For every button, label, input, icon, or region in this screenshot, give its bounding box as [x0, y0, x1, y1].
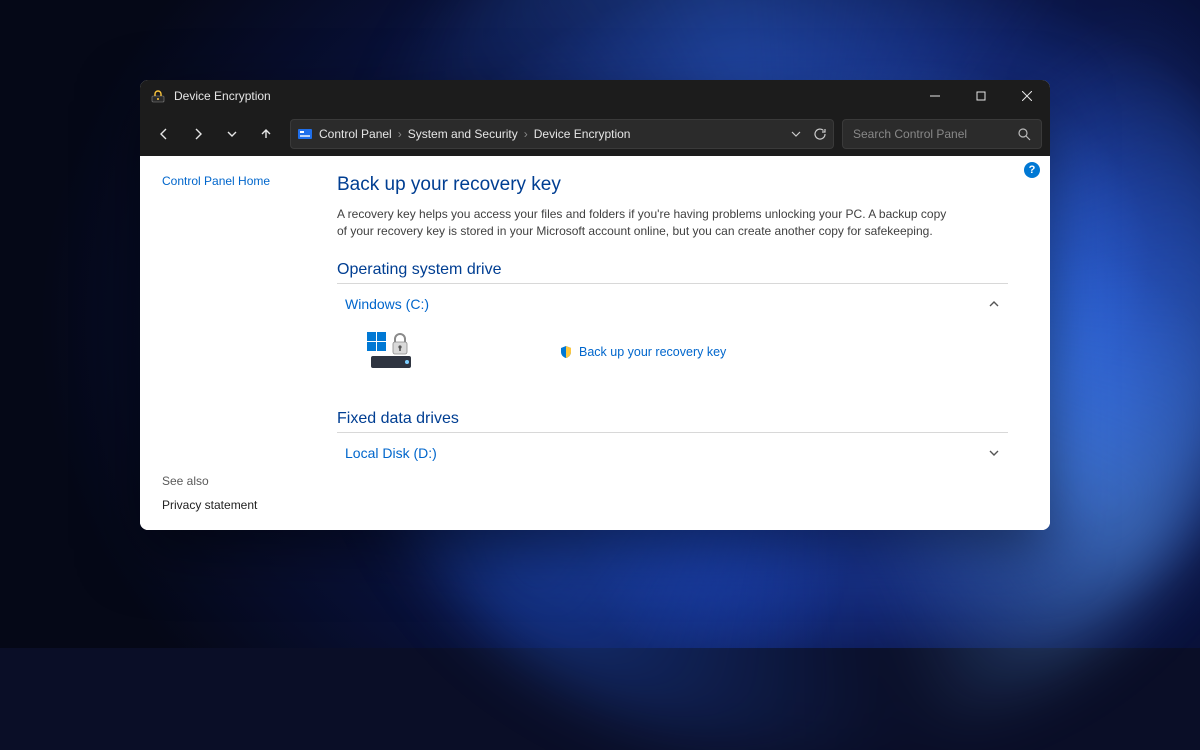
control-panel-icon: [297, 126, 313, 142]
chevron-up-icon: [986, 296, 1002, 312]
os-drive-heading: Operating system drive: [337, 261, 1008, 284]
fixed-drives-heading: Fixed data drives: [337, 410, 1008, 433]
content-area: ? Control Panel Home See also Privacy st…: [140, 156, 1050, 530]
drive-c-header[interactable]: Windows (C:): [337, 290, 1008, 318]
recent-locations-button[interactable]: [216, 118, 248, 150]
minimize-button[interactable]: [912, 80, 958, 112]
breadcrumb-item[interactable]: Device Encryption: [534, 127, 631, 141]
window-title: Device Encryption: [174, 89, 912, 103]
breadcrumb-item[interactable]: System and Security: [408, 127, 518, 141]
close-button[interactable]: [1004, 80, 1050, 112]
shield-icon: [559, 345, 573, 359]
control-panel-home-link[interactable]: Control Panel Home: [162, 174, 325, 188]
page-title: Back up your recovery key: [337, 174, 1008, 196]
drive-name: Windows (C:): [345, 296, 986, 312]
help-icon[interactable]: ?: [1024, 162, 1040, 178]
drive-d-header[interactable]: Local Disk (D:): [337, 439, 1008, 467]
sidebar: Control Panel Home See also Privacy stat…: [140, 156, 325, 530]
see-also-label: See also: [162, 474, 325, 488]
privacy-statement-link[interactable]: Privacy statement: [162, 498, 325, 512]
back-button[interactable]: [148, 118, 180, 150]
forward-button[interactable]: [182, 118, 214, 150]
control-panel-window: Device Encryption: [140, 80, 1050, 530]
search-icon: [1018, 128, 1031, 141]
chevron-right-icon: ›: [524, 127, 528, 141]
window-controls: [912, 80, 1050, 112]
drive-c-body: Back up your recovery key: [337, 318, 1008, 402]
search-input[interactable]: Search Control Panel: [842, 119, 1042, 149]
chevron-down-icon: [986, 445, 1002, 461]
titlebar[interactable]: Device Encryption: [140, 80, 1050, 112]
maximize-button[interactable]: [958, 80, 1004, 112]
drive-encrypted-icon: [367, 332, 419, 372]
chevron-right-icon: ›: [398, 127, 402, 141]
drive-name: Local Disk (D:): [345, 445, 986, 461]
main-panel: Back up your recovery key A recovery key…: [325, 156, 1050, 530]
search-placeholder: Search Control Panel: [853, 127, 1018, 141]
app-icon: [150, 88, 166, 104]
page-description: A recovery key helps you access your fil…: [337, 206, 957, 241]
action-link-label: Back up your recovery key: [579, 345, 726, 359]
backup-recovery-key-link[interactable]: Back up your recovery key: [559, 345, 726, 359]
up-button[interactable]: [250, 118, 282, 150]
chevron-down-icon[interactable]: [791, 129, 801, 139]
breadcrumb-item[interactable]: Control Panel: [319, 127, 392, 141]
address-bar[interactable]: Control Panel › System and Security › De…: [290, 119, 834, 149]
navbar: Control Panel › System and Security › De…: [140, 112, 1050, 156]
refresh-button[interactable]: [813, 127, 827, 141]
